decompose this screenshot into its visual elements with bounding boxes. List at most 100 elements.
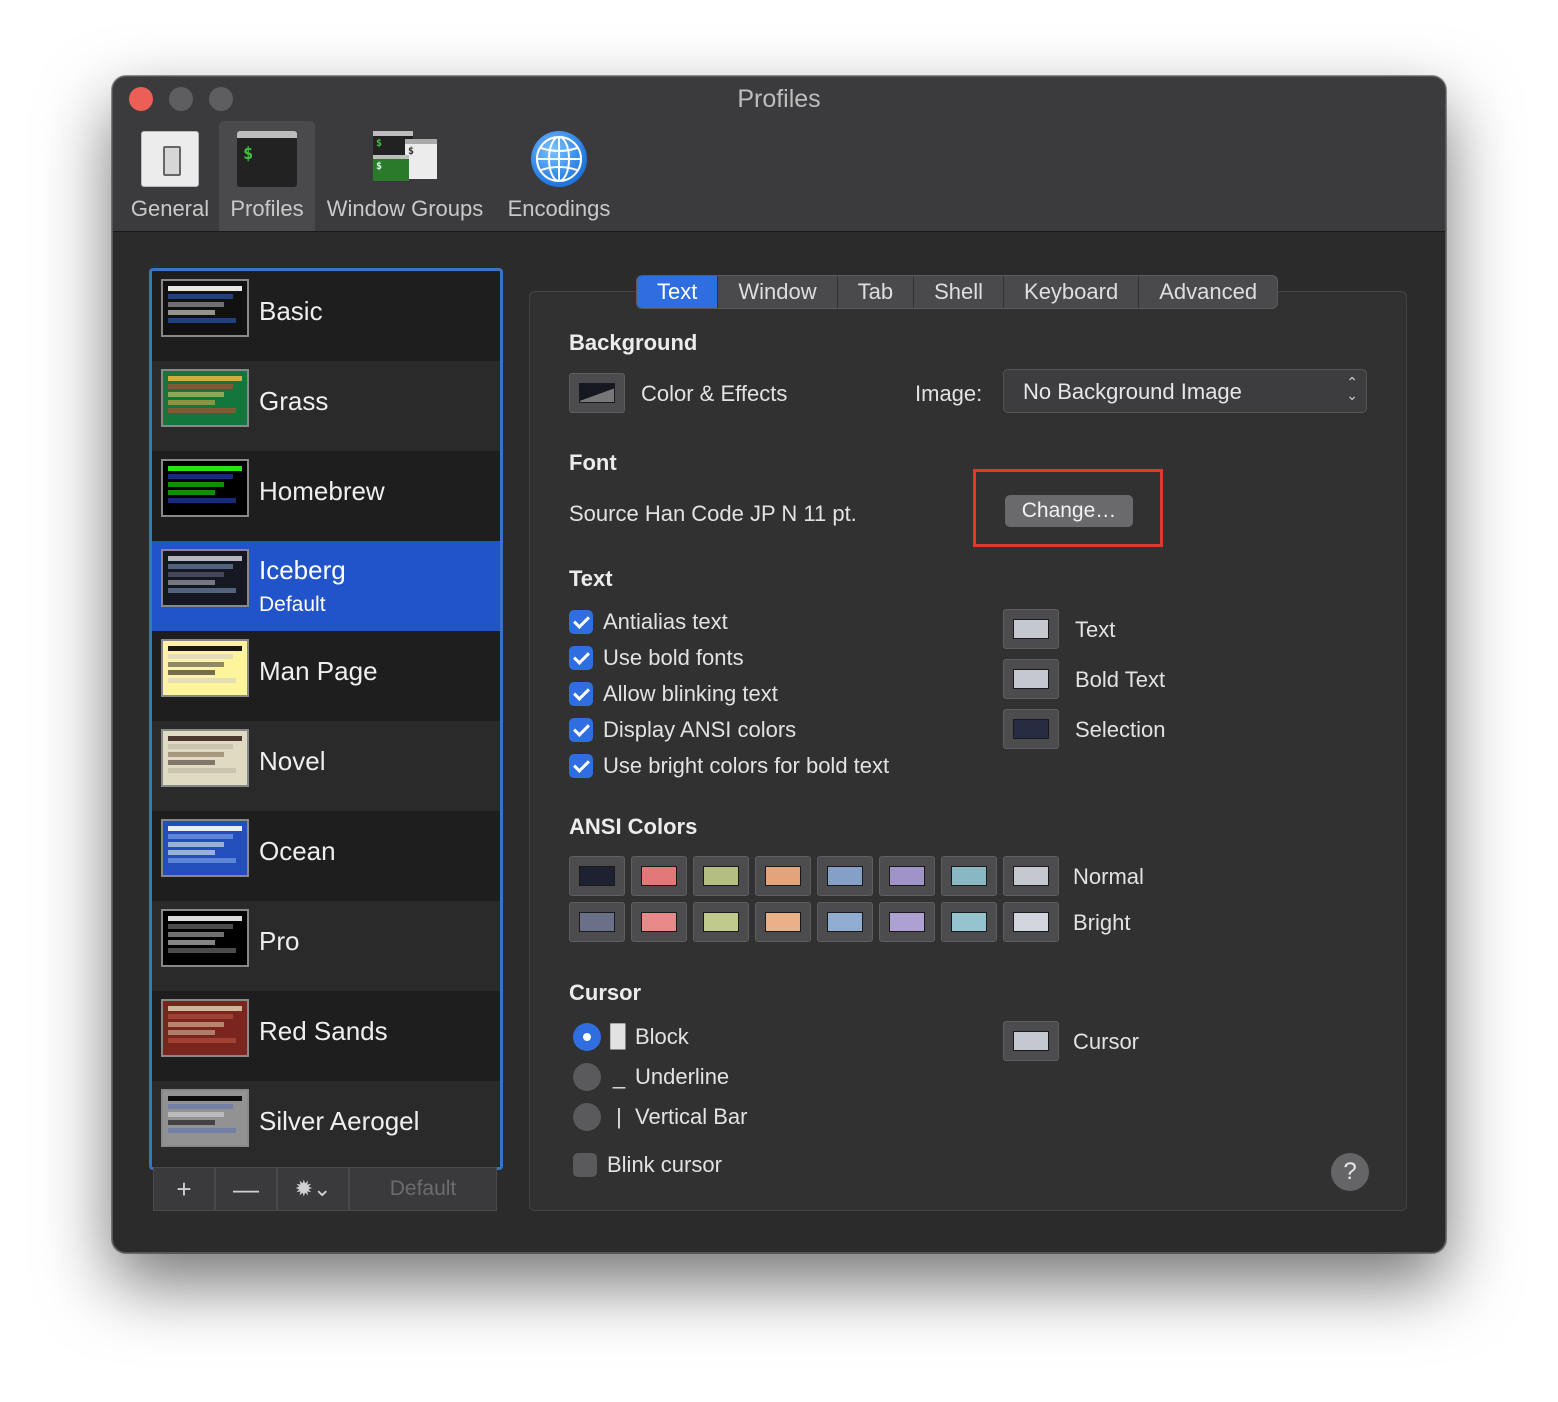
profile-name: Homebrew [259,476,385,506]
text-color-well[interactable] [1003,709,1059,749]
profile-name: Iceberg [259,555,346,585]
font-value: Source Han Code JP N 11 pt. [569,501,857,526]
ansi-bright-color-well[interactable] [941,902,997,942]
ansi-bright-color-well[interactable] [755,902,811,942]
toolbar-encodings[interactable]: Encodings [499,121,619,231]
profile-item[interactable]: Ocean [152,811,500,901]
cursor-style-radio[interactable] [573,1063,601,1091]
profile-name: Basic [259,296,323,326]
profile-thumbnail [161,909,249,967]
profile-thumbnail [161,819,249,877]
tab-text[interactable]: Text [637,276,719,308]
text-color-well[interactable] [1003,609,1059,649]
ansi-normal-color-well[interactable] [879,856,935,896]
help-button[interactable]: ? [1331,1153,1369,1191]
profile-thumbnail [161,639,249,697]
terminal-icon: $ [237,131,297,187]
text-option-checkbox[interactable] [569,610,593,634]
profile-item[interactable]: Man Page [152,631,500,721]
profile-default-label: Default [259,593,326,616]
profile-item[interactable]: Iceberg Default [152,541,500,631]
ansi-normal-color-well[interactable] [817,856,873,896]
cursor-style-radio[interactable] [573,1023,601,1051]
profile-item[interactable]: Novel [152,721,500,811]
ansi-bright-color-well[interactable] [1003,902,1059,942]
blink-cursor-checkbox[interactable] [573,1153,597,1177]
toolbar-profiles[interactable]: $ Profiles [219,121,315,231]
toolbar-window-groups[interactable]: $ $ $ Window Groups [319,121,491,231]
profile-thumbnail [161,729,249,787]
cursor-style-label: Underline [635,1064,730,1089]
text-option-checkbox[interactable] [569,754,593,778]
background-image-select[interactable]: No Background Image ⌃ ⌄ [1003,369,1367,413]
ansi-normal-color-well[interactable] [631,856,687,896]
cursor-style-radio[interactable] [573,1103,601,1131]
profile-thumbnail [161,999,249,1057]
ansi-bright-label: Bright [1073,910,1131,935]
cursor-color-well[interactable] [1003,1021,1059,1061]
text-option-label: Use bold fonts [603,645,744,670]
background-color-well[interactable] [569,373,625,413]
profile-item[interactable]: Basic [152,271,500,361]
cursor-glyph: ▉ [610,1024,628,1049]
default-button: Default [349,1167,497,1211]
ansi-bright-color-well[interactable] [879,902,935,942]
background-image-value: No Background Image [1023,379,1242,404]
ansi-bright-color-well[interactable] [569,902,625,942]
text-color-label: Selection [1075,717,1166,742]
profile-list[interactable]: Basic Grass Homebrew Iceberg Default Man Page… [149,268,503,1170]
profile-thumbnail [161,369,249,427]
settings-tabs: Text Window Tab Shell Keyboard Advanced [636,275,1279,309]
text-option-label: Allow blinking text [603,681,778,706]
ansi-normal-color-well[interactable] [941,856,997,896]
text-color-label: Text [1075,617,1116,642]
text-option-checkbox[interactable] [569,646,593,670]
profile-name: Ocean [259,836,336,866]
profile-name: Red Sands [259,1016,388,1046]
text-option-checkbox[interactable] [569,682,593,706]
profile-item[interactable]: Homebrew [152,451,500,541]
cursor-glyph: | [616,1104,622,1129]
profile-item[interactable]: Pro [152,901,500,991]
ansi-normal-label: Normal [1073,864,1144,889]
profile-name: Novel [259,746,326,776]
globe-icon [531,131,587,187]
ansi-bright-color-well[interactable] [817,902,873,942]
profile-item[interactable]: Red Sands [152,991,500,1081]
font-heading: Font [569,450,617,475]
profile-name: Pro [259,926,300,956]
profile-thumbnail [161,279,249,337]
tab-advanced[interactable]: Advanced [1139,276,1277,308]
ansi-bright-color-well[interactable] [631,902,687,942]
add-profile-button[interactable]: + [153,1167,215,1211]
profile-thumbnail [161,459,249,517]
change-font-button[interactable]: Change… [1005,495,1133,527]
image-label: Image: [915,381,983,406]
color-effects-label: Color & Effects [641,381,788,406]
prompt-glyph: $ [243,144,254,164]
profile-item[interactable]: Silver Aerogel [152,1081,500,1167]
gear-menu-button[interactable]: ✹⌄ [277,1167,349,1211]
text-option-checkbox[interactable] [569,718,593,742]
ansi-bright-color-well[interactable] [693,902,749,942]
remove-profile-button[interactable]: — [215,1167,277,1211]
ansi-normal-color-well[interactable] [755,856,811,896]
profile-item[interactable]: Grass [152,361,500,451]
profile-thumbnail [161,549,249,607]
ansi-normal-color-well[interactable] [569,856,625,896]
titlebar: Profiles General $ Profiles $ $ $ Window… [113,77,1445,232]
tab-window[interactable]: Window [718,276,838,308]
ansi-normal-color-well[interactable] [693,856,749,896]
window-groups-icon: $ $ $ [373,131,437,187]
text-color-well[interactable] [1003,659,1059,699]
tab-keyboard[interactable]: Keyboard [1004,276,1140,308]
ansi-normal-color-well[interactable] [1003,856,1059,896]
cursor-style-label: Vertical Bar [635,1104,748,1129]
cursor-glyph: _ [612,1064,626,1089]
toolbar-general[interactable]: General [123,121,217,231]
tab-tab[interactable]: Tab [838,276,915,308]
ansi-heading: ANSI Colors [569,814,698,839]
select-arrows-icon: ⌃ ⌄ [1346,374,1358,403]
tab-shell[interactable]: Shell [914,276,1005,308]
toolbar-label: General [130,196,210,221]
